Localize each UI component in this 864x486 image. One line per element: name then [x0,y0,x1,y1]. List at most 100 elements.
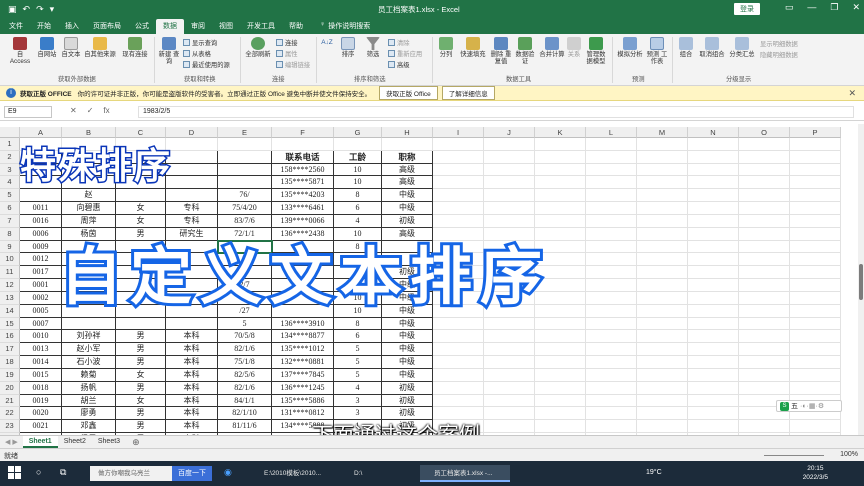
cell[interactable] [790,343,841,357]
cell[interactable] [688,163,739,177]
save-icon[interactable]: ▣ [8,4,17,15]
cell[interactable]: 邓鑫 [62,420,116,434]
tab-help[interactable]: 帮助 [282,19,310,34]
cell[interactable] [218,176,272,190]
cell[interactable] [433,343,484,357]
taskbar-item-explorer-2[interactable]: D:\ [340,465,400,482]
cell[interactable]: 0012 [20,253,62,267]
cell[interactable] [586,163,637,177]
cell[interactable]: 81/11/6 [218,420,272,434]
cell[interactable] [688,420,739,434]
name-box[interactable]: E9 [4,106,52,118]
cell[interactable]: 5 [334,343,382,357]
cell[interactable]: 132****0881 [272,356,334,369]
cell[interactable]: 5 [334,368,382,382]
column-header[interactable]: E [218,127,272,138]
cell[interactable] [637,304,688,318]
cell[interactable]: 初级 [382,394,433,408]
tab-developer[interactable]: 开发工具 [240,19,282,34]
cell[interactable] [739,176,790,190]
cell[interactable] [586,420,637,434]
cell[interactable]: 0017 [20,266,62,280]
cell[interactable]: 0015 [20,368,62,382]
cell[interactable] [637,407,688,421]
cell[interactable] [535,394,586,408]
cell[interactable] [739,138,790,151]
cell[interactable] [433,368,484,382]
cell[interactable] [586,253,637,267]
cell[interactable]: 0005 [20,304,62,318]
cell[interactable]: 82/1/6 [218,343,272,357]
cell[interactable]: 本科 [166,420,218,434]
hide-detail-button[interactable]: 隐藏明细数据 [760,50,798,59]
cell[interactable] [688,381,739,395]
cell[interactable] [739,343,790,357]
formula-input[interactable]: 1983/2/5 [138,106,854,118]
cell[interactable] [739,420,790,434]
cell[interactable] [688,138,739,151]
cell[interactable] [535,317,586,331]
cell[interactable] [218,138,272,151]
cell[interactable]: 0009 [20,240,62,254]
cell[interactable]: 联系电话 [272,150,334,164]
cell[interactable] [166,138,218,151]
cell[interactable] [637,420,688,434]
cell[interactable]: 0007 [20,317,62,331]
relationships-button[interactable]: 关系 [566,37,582,58]
cell[interactable] [484,138,535,151]
cell[interactable] [790,317,841,331]
row-header[interactable]: 14 [0,304,20,318]
cell[interactable]: 本科 [166,356,218,369]
row-header[interactable]: 5 [0,189,20,203]
cell[interactable] [790,227,841,241]
cell[interactable] [688,330,739,344]
cell[interactable] [484,407,535,421]
recent-sources-button[interactable]: 最近使用的源 [183,60,230,69]
cell[interactable]: 0014 [20,356,62,369]
taskbar-item-excel[interactable]: 员工档案表1.xlsx -... [420,465,510,482]
edge-icon[interactable]: ◉ [224,467,232,478]
customize-icon[interactable]: ▾ [50,4,55,15]
sheet-tab-1[interactable]: Sheet1 [22,436,58,448]
cell[interactable] [218,163,272,177]
cell[interactable]: 5 [334,356,382,369]
cell[interactable] [433,394,484,408]
cell[interactable]: 0013 [20,343,62,357]
cell[interactable] [637,150,688,164]
cell[interactable]: 136****1245 [272,381,334,395]
clear-filter-button[interactable]: 清除 [388,38,410,47]
cell[interactable] [535,150,586,164]
cell[interactable] [535,368,586,382]
sheet-tab-2[interactable]: Sheet2 [58,436,92,448]
consolidate-button[interactable]: 合并计算 [538,37,566,58]
cell[interactable]: 10 [334,163,382,177]
cell[interactable]: 女 [116,394,166,408]
cell[interactable] [535,343,586,357]
what-if-button[interactable]: 模拟分析 [614,37,646,58]
cell[interactable]: 135****4203 [272,189,334,203]
cell[interactable]: 中级 [382,189,433,203]
data-validation-button[interactable]: 数据验 证 [514,37,536,65]
cell[interactable] [586,138,637,151]
cell[interactable] [739,304,790,318]
cell[interactable]: 赖菊 [62,368,116,382]
cell[interactable] [637,381,688,395]
cell[interactable] [166,317,218,331]
maximize-icon[interactable]: ❐ [830,2,838,13]
cell[interactable]: 70/5/8 [218,330,272,344]
cell[interactable] [637,227,688,241]
cell[interactable]: 工龄 [334,150,382,164]
get-genuine-office-button[interactable]: 获取正版 Office [379,86,438,100]
cell[interactable] [218,150,272,164]
cell[interactable] [433,176,484,190]
cell[interactable] [739,150,790,164]
cell[interactable]: 女 [116,368,166,382]
cell[interactable] [739,356,790,369]
cell[interactable]: 75/4/20 [218,202,272,215]
cell[interactable] [586,291,637,305]
cell[interactable] [586,304,637,318]
cell[interactable] [586,381,637,395]
cell[interactable] [790,214,841,228]
close-icon[interactable]: ✕ [852,2,860,13]
row-header[interactable]: 12 [0,279,20,292]
